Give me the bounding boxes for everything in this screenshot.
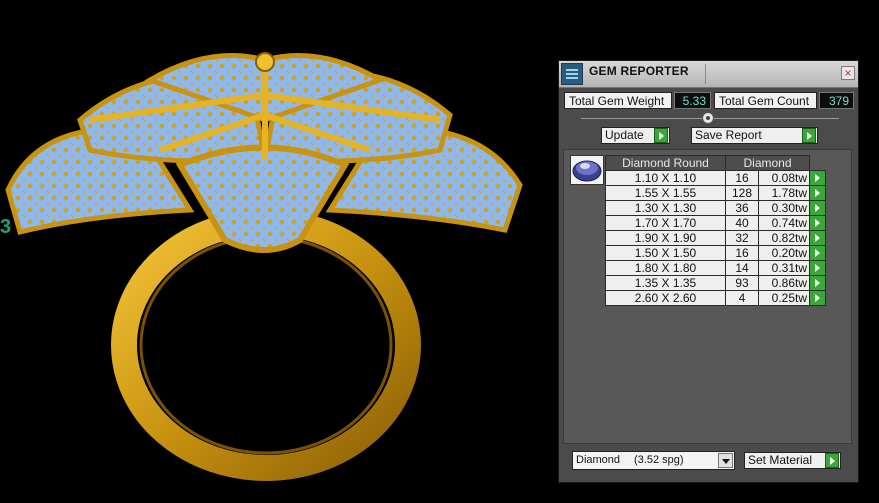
gem-weight-cell: 0.31tw [758,260,810,276]
model-viewport[interactable]: 3 [0,0,556,503]
update-button[interactable]: Update [601,127,670,144]
play-arrow-icon [825,453,839,468]
gem-reporter-panel: GEM REPORTER × Total Gem Weight 5.33 Tot… [558,60,859,483]
gem-count-cell: 4 [725,290,759,306]
material-name: Diamond [576,454,621,466]
gem-weight-cell: 0.30tw [758,200,810,216]
total-gem-count-label: Total Gem Count [714,92,817,109]
play-arrow-icon[interactable] [809,200,826,216]
gem-size-cell: 1.80 X 1.80 [605,260,726,276]
table-row[interactable]: 1.90 X 1.90 32 0.82tw [605,230,826,246]
play-arrow-icon [802,128,816,143]
table-row[interactable]: 1.10 X 1.10 16 0.08tw [605,170,826,186]
gem-weight-cell: 0.08tw [758,170,810,186]
column-header-spacer [810,156,826,171]
save-report-label: Save Report [695,128,762,142]
gem-weight-cell: 1.78tw [758,185,810,201]
gem-size-cell: 1.35 X 1.35 [605,275,726,291]
close-icon[interactable]: × [841,66,855,80]
gem-size-cell: 1.90 X 1.90 [605,230,726,246]
table-row[interactable]: 2.60 X 2.60 4 0.25tw [605,290,826,306]
gem-count-cell: 14 [725,260,759,276]
table-row[interactable]: 1.50 X 1.50 16 0.20tw [605,245,826,261]
gem-count-cell: 36 [725,200,759,216]
play-arrow-icon[interactable] [809,290,826,306]
play-arrow-icon[interactable] [809,260,826,276]
ring-shank [111,209,421,481]
set-material-button[interactable]: Set Material [744,452,841,469]
ring-model [5,52,523,481]
gem-weight-cell: 0.82tw [758,230,810,246]
gem-size-cell: 1.70 X 1.70 [605,215,726,231]
play-arrow-icon [654,128,668,143]
update-label: Update [605,128,644,142]
gem-count-cell: 32 [725,230,759,246]
gem-count-cell: 128 [725,185,759,201]
gem-size-cell: 1.50 X 1.50 [605,245,726,261]
total-gem-count-value: 379 [819,92,854,109]
gem-size-cell: 2.60 X 2.60 [605,290,726,306]
total-gem-weight-value: 5.33 [674,92,711,109]
play-arrow-icon[interactable] [809,215,826,231]
title-divider [705,64,706,84]
table-header: Diamond Round Diamond [605,155,826,171]
gem-size-cell: 1.55 X 1.55 [605,185,726,201]
gem-count-cell: 40 [725,215,759,231]
play-arrow-icon[interactable] [809,185,826,201]
material-spg: (3.52 spg) [634,454,684,466]
set-material-label: Set Material [748,453,813,467]
gem-weight-cell: 0.25tw [758,290,810,306]
column-header-type: Diamond [725,155,810,171]
table-row[interactable]: 1.30 X 1.30 36 0.30tw [605,200,826,216]
panel-titlebar[interactable]: GEM REPORTER × [559,61,858,88]
panel-title: GEM REPORTER [589,64,689,78]
gem-size-cell: 1.10 X 1.10 [605,170,726,186]
material-select[interactable]: Diamond (3.52 spg) [572,451,735,470]
table-row[interactable]: 1.35 X 1.35 93 0.86tw [605,275,826,291]
gem-count-cell: 16 [725,170,759,186]
table-row[interactable]: 1.70 X 1.70 40 0.74tw [605,215,826,231]
gem-weight-cell: 0.74tw [758,215,810,231]
gem-count-cell: 16 [725,245,759,261]
play-arrow-icon[interactable] [809,170,826,186]
play-arrow-icon[interactable] [809,230,826,246]
table-row[interactable]: 1.55 X 1.55 128 1.78tw [605,185,826,201]
save-report-button[interactable]: Save Report [691,127,818,144]
gem-table: Diamond Round Diamond 1.10 X 1.10 16 0.08t… [605,155,826,306]
gem-weight-cell: 0.86tw [758,275,810,291]
gem-weight-cell: 0.20tw [758,245,810,261]
slider-knob[interactable] [702,112,714,124]
column-header-size: Diamond Round [605,155,726,171]
play-arrow-icon[interactable] [809,245,826,261]
gem-list: Diamond Round Diamond 1.10 X 1.10 16 0.08t… [563,149,852,444]
chevron-down-icon[interactable] [718,453,733,468]
gem-count-cell: 93 [725,275,759,291]
total-gem-weight-label: Total Gem Weight [564,92,672,109]
gem-reporter-icon [561,63,583,85]
play-arrow-icon[interactable] [809,275,826,291]
diamond-gem-icon[interactable] [570,155,604,185]
gem-size-cell: 1.30 X 1.30 [605,200,726,216]
flower-head [5,52,523,253]
table-row[interactable]: 1.80 X 1.80 14 0.31tw [605,260,826,276]
